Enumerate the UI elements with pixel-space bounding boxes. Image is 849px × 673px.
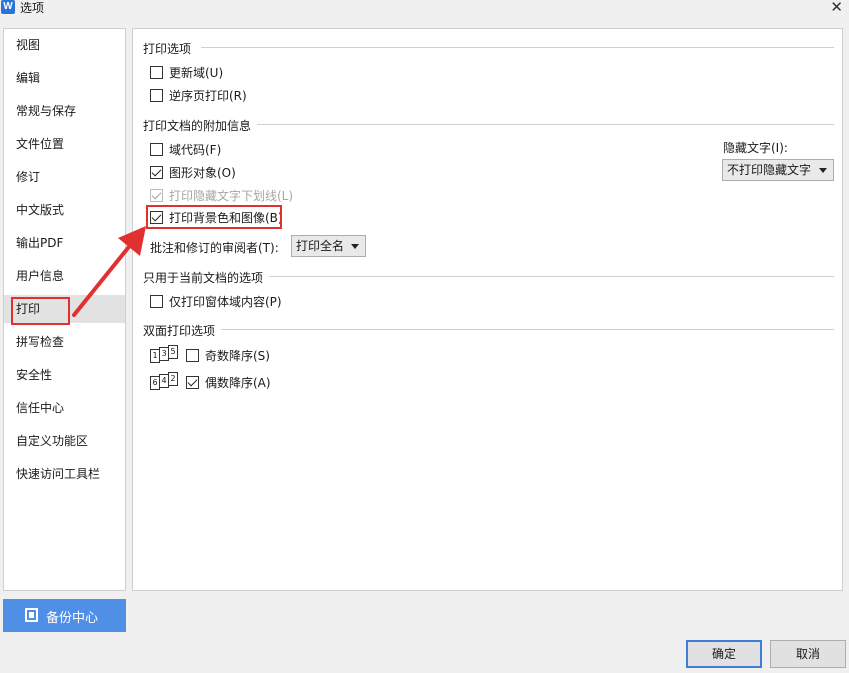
section-title-current-doc: 只用于当前文档的选项 <box>143 271 264 285</box>
reverse-order-label: 逆序页打印(R) <box>169 88 247 103</box>
odd-reverse-label: 奇数降序(S) <box>205 348 270 363</box>
reverse-order-option[interactable]: 逆序页打印(R) <box>150 87 247 103</box>
field-codes-checkbox[interactable] <box>150 142 163 156</box>
reviewer-label: 批注和修订的审阅者(T): <box>150 241 279 255</box>
window-title: 选项 <box>20 1 45 15</box>
odd-pages-icon: 1 3 5 <box>150 345 180 364</box>
form-data-only-checkbox[interactable] <box>150 294 163 308</box>
section-title-print-options: 打印选项 <box>143 42 192 56</box>
sidebar-item-view[interactable]: 视图 <box>4 31 125 59</box>
backup-center-button[interactable]: 备份中心 <box>3 599 126 632</box>
sidebar-item-quick-access-toolbar[interactable]: 快速访问工具栏 <box>4 460 125 488</box>
drawing-objects-label: 图形对象(O) <box>169 165 236 180</box>
background-highlight-box <box>146 205 282 229</box>
sidebar-item-edit[interactable]: 编辑 <box>4 64 125 92</box>
drawing-objects-checkbox[interactable] <box>150 165 163 179</box>
even-reverse-option[interactable]: 偶数降序(A) <box>186 374 271 390</box>
sidebar-item-spell-check[interactable]: 拼写检查 <box>4 328 125 356</box>
hidden-text-underline-option: 打印隐藏文字下划线(L) <box>150 187 293 203</box>
section-divider <box>257 124 834 125</box>
update-fields-label: 更新域(U) <box>169 65 224 80</box>
field-codes-option[interactable]: 域代码(F) <box>150 141 221 157</box>
print-settings-panel: 打印选项 更新域(U) 逆序页打印(R) 打印文档的附加信息 域代码(F) 图形… <box>132 28 843 591</box>
sidebar-item-general-save[interactable]: 常规与保存 <box>4 97 125 125</box>
reviewer-dropdown[interactable]: 打印全名 <box>291 235 366 257</box>
section-divider <box>269 276 834 277</box>
section-title-extra-info: 打印文档的附加信息 <box>143 119 252 133</box>
section-divider <box>201 47 834 48</box>
even-reverse-checkbox[interactable] <box>186 375 199 389</box>
update-fields-option[interactable]: 更新域(U) <box>150 64 223 80</box>
section-title-duplex: 双面打印选项 <box>143 324 216 338</box>
annotation-arrow <box>72 226 146 317</box>
section-divider <box>221 329 834 330</box>
hidden-text-value: 不打印隐藏文字 <box>727 163 812 177</box>
ok-button[interactable]: 确定 <box>686 640 762 668</box>
cancel-button[interactable]: 取消 <box>770 640 846 668</box>
sidebar-item-security[interactable]: 安全性 <box>4 361 125 389</box>
reviewer-value: 打印全名 <box>296 239 345 253</box>
sidebar-item-trust-center[interactable]: 信任中心 <box>4 394 125 422</box>
field-codes-label: 域代码(F) <box>169 142 222 157</box>
update-fields-checkbox[interactable] <box>150 65 163 79</box>
even-pages-icon: 6 4 2 <box>150 372 180 391</box>
sidebar-item-file-location[interactable]: 文件位置 <box>4 130 125 158</box>
reverse-order-checkbox[interactable] <box>150 88 163 102</box>
close-icon[interactable]: ✕ <box>830 0 843 16</box>
form-data-only-option[interactable]: 仅打印窗体域内容(P) <box>150 293 282 309</box>
chevron-down-icon <box>819 168 827 173</box>
wps-writer-icon: W <box>1 0 15 14</box>
title-bar: W 选项 ✕ <box>0 0 849 20</box>
odd-reverse-checkbox[interactable] <box>186 348 199 362</box>
backup-center-label: 备份中心 <box>46 611 99 626</box>
drawing-objects-option[interactable]: 图形对象(O) <box>150 164 236 180</box>
sidebar-item-revision[interactable]: 修订 <box>4 163 125 191</box>
odd-reverse-option[interactable]: 奇数降序(S) <box>186 347 270 363</box>
chevron-down-icon <box>351 244 359 249</box>
backup-icon <box>25 608 38 622</box>
hidden-text-underline-label: 打印隐藏文字下划线(L) <box>169 188 294 203</box>
hidden-text-underline-checkbox <box>150 188 163 202</box>
page-glyph: 2 <box>168 372 178 386</box>
page-glyph: 5 <box>168 345 178 359</box>
sidebar-item-customize-ribbon[interactable]: 自定义功能区 <box>4 427 125 455</box>
hidden-text-label: 隐藏文字(I): <box>723 141 788 155</box>
hidden-text-dropdown[interactable]: 不打印隐藏文字 <box>722 159 834 181</box>
form-data-only-label: 仅打印窗体域内容(P) <box>169 294 282 309</box>
even-reverse-label: 偶数降序(A) <box>205 375 271 390</box>
